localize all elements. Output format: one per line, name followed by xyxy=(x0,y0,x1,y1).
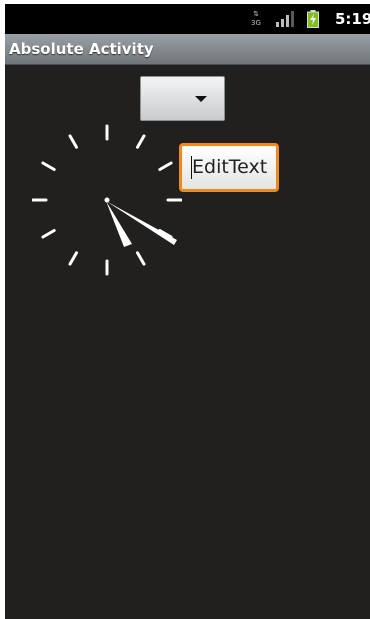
page-title: Absolute Activity xyxy=(9,40,154,58)
edit-text-value: EditText xyxy=(192,156,268,178)
clock-tick-5 xyxy=(136,251,146,266)
signal-strength-icon xyxy=(276,11,294,27)
clock-hour-hand xyxy=(106,201,132,247)
action-bar: Absolute Activity xyxy=(5,34,370,65)
status-bar: ⇅ 3G 5:19 xyxy=(5,4,370,34)
data-arrows-glyph: ⇅ xyxy=(253,10,259,18)
status-time: 5:19 xyxy=(335,10,370,28)
clock-tick-10 xyxy=(41,161,56,171)
clock-tick-11 xyxy=(68,134,78,149)
edit-text-field[interactable]: EditText xyxy=(179,143,279,192)
clock-center-pivot xyxy=(104,197,110,203)
clock-tick-1 xyxy=(136,134,146,149)
battery-charging-icon xyxy=(307,10,319,28)
network-type-label: 3G xyxy=(251,19,261,27)
data-activity-3g-icon: ⇅ 3G xyxy=(249,10,263,28)
spinner-dropdown[interactable] xyxy=(140,76,225,121)
dropdown-arrow-icon xyxy=(195,96,207,102)
clock-tick-7 xyxy=(68,251,78,266)
clock-tick-2 xyxy=(158,161,173,171)
clock-tick-8 xyxy=(41,229,56,239)
analog-clock xyxy=(32,124,182,276)
device-screen: ⇅ 3G 5:19 Absolute Activity EditText xyxy=(5,4,370,619)
